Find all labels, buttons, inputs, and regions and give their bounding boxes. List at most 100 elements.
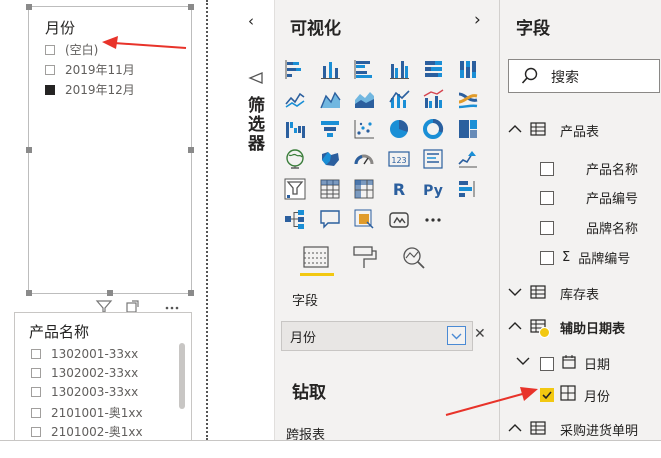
filters-pane-collapsed[interactable]: [232, 0, 275, 440]
stacked-column-icon[interactable]: [319, 58, 341, 80]
100-stacked-bar-icon[interactable]: [422, 58, 444, 80]
checkbox[interactable]: [540, 161, 554, 176]
chevron-down-icon[interactable]: [447, 326, 467, 346]
line-clustered-column-icon[interactable]: [422, 88, 444, 110]
checkbox[interactable]: [45, 64, 55, 75]
table-name: 采购进货单明: [560, 424, 639, 439]
area-chart-icon[interactable]: [319, 88, 341, 110]
clustered-bar-icon[interactable]: [353, 58, 375, 80]
decomposition-tree-icon[interactable]: [284, 208, 306, 230]
r-visual-icon[interactable]: R: [388, 178, 410, 200]
table-icon: [530, 420, 546, 439]
filters-label[interactable]: 筛选器: [242, 96, 267, 153]
canvas-border: [206, 0, 208, 440]
python-visual-icon[interactable]: Py: [422, 178, 444, 200]
checkbox[interactable]: [540, 250, 554, 265]
product-slicer[interactable]: 产品名称 1302001-33xx 1302002-33xx 1302003-3…: [14, 312, 192, 444]
chevron-up-icon[interactable]: [508, 123, 522, 138]
100-stacked-column-icon[interactable]: [457, 58, 479, 80]
checkbox-checked[interactable]: [45, 84, 55, 95]
slicer-option[interactable]: 2101002-奥1xx: [31, 423, 143, 440]
waterfall-icon[interactable]: [284, 118, 306, 140]
slicer-option[interactable]: 2019年11月: [45, 61, 135, 78]
stacked-area-icon[interactable]: [353, 88, 375, 110]
kpi-icon[interactable]: [457, 148, 479, 170]
slicer-option[interactable]: 1302001-33xx: [31, 347, 138, 361]
donut-chart-icon[interactable]: [422, 118, 444, 140]
checkbox[interactable]: [31, 407, 41, 418]
card-icon[interactable]: 123: [387, 148, 410, 170]
checkbox[interactable]: [31, 349, 41, 359]
chevron-down-icon[interactable]: [516, 355, 530, 370]
chevron-down-icon[interactable]: [508, 286, 522, 301]
table-name: 辅助日期表: [560, 322, 626, 337]
scrollbar[interactable]: [179, 343, 185, 409]
smart-narrative-icon[interactable]: [353, 208, 375, 230]
filled-map-icon[interactable]: [319, 148, 341, 170]
field-item[interactable]: 日期: [540, 354, 610, 373]
field-table[interactable]: 产品表: [508, 121, 599, 140]
field-well[interactable]: 月份: [281, 321, 473, 351]
field-expand[interactable]: [516, 355, 530, 370]
key-influencers-icon[interactable]: [457, 178, 479, 200]
slicer-option[interactable]: 1302002-33xx: [31, 366, 138, 380]
ribbon-chart-icon[interactable]: [457, 88, 479, 110]
resize-handle[interactable]: [188, 4, 194, 10]
matrix-icon[interactable]: [353, 178, 375, 200]
checkbox[interactable]: [31, 426, 41, 437]
qa-icon[interactable]: [319, 208, 341, 230]
multirow-card-icon[interactable]: [422, 148, 444, 170]
search-input[interactable]: 搜索: [508, 59, 660, 93]
slicer-option-label: 2101002-奥1xx: [51, 425, 143, 439]
checkbox[interactable]: [540, 356, 554, 371]
checkbox[interactable]: [45, 44, 55, 55]
field-table[interactable]: 采购进货单明: [508, 420, 638, 439]
chevron-up-icon[interactable]: [508, 422, 522, 437]
field-item[interactable]: 产品编号: [540, 188, 638, 207]
clustered-column-icon[interactable]: [388, 58, 410, 80]
focus-mode-icon: [126, 302, 137, 313]
treemap-icon[interactable]: [457, 118, 479, 140]
checkbox-checked[interactable]: [540, 388, 554, 402]
field-table[interactable]: 库存表: [508, 284, 599, 303]
remove-field-icon[interactable]: ✕: [474, 326, 486, 342]
field-item[interactable]: 产品名称: [540, 159, 638, 178]
chevron-left-icon[interactable]: ‹: [248, 12, 254, 30]
slicer-option[interactable]: 1302003-33xx: [31, 385, 138, 399]
slicer-option[interactable]: 2101001-奥1xx: [31, 404, 143, 421]
chevron-right-icon[interactable]: ›: [474, 10, 481, 30]
gauge-icon[interactable]: [353, 148, 375, 170]
paginated-report-icon[interactable]: [388, 208, 410, 230]
line-column-icon[interactable]: [388, 88, 410, 110]
slicer-option[interactable]: (空白): [45, 41, 98, 58]
format-paint-roller-icon: [353, 246, 377, 268]
resize-handle[interactable]: [188, 290, 194, 296]
resize-handle[interactable]: [107, 290, 113, 296]
resize-handle[interactable]: [26, 4, 32, 10]
stacked-bar-icon[interactable]: [284, 58, 306, 80]
scatter-icon[interactable]: [353, 118, 375, 140]
drill-through-title: 钻取: [292, 383, 326, 403]
field-table[interactable]: 辅助日期表: [508, 318, 626, 338]
checkbox[interactable]: [540, 190, 554, 205]
resize-handle[interactable]: [26, 290, 32, 296]
field-item[interactable]: 品牌名称: [540, 218, 638, 237]
field-name: 品牌编号: [578, 252, 631, 267]
slicer-icon[interactable]: [284, 178, 306, 200]
resize-handle[interactable]: [188, 147, 194, 153]
fields-tab-icon: [300, 246, 334, 276]
pie-chart-icon[interactable]: [388, 118, 410, 140]
more-icon[interactable]: [422, 208, 444, 230]
funnel-icon[interactable]: [319, 118, 341, 140]
checkbox[interactable]: [31, 368, 41, 378]
line-chart-icon[interactable]: [284, 88, 306, 110]
chevron-up-icon[interactable]: [508, 320, 522, 335]
checkbox[interactable]: [31, 387, 41, 397]
resize-handle[interactable]: [26, 147, 32, 153]
checkbox[interactable]: [540, 220, 554, 235]
slicer-option[interactable]: 2019年12月: [45, 81, 135, 98]
map-icon[interactable]: [284, 148, 306, 170]
field-item[interactable]: Σ 品牌编号: [540, 248, 630, 267]
table-icon[interactable]: [319, 178, 341, 200]
field-item[interactable]: 月份: [540, 385, 610, 405]
